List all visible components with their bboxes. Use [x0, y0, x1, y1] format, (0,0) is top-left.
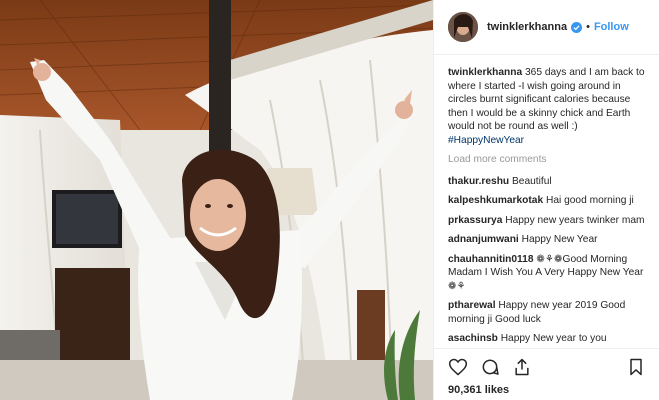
avatar[interactable]	[448, 12, 478, 42]
post-actions: 90,361 likes	[434, 348, 659, 400]
bookmark-icon[interactable]	[626, 357, 646, 377]
comment-username[interactable]: ptharewal	[448, 300, 496, 311]
post-sidebar: twinklerkhanna • Follow twinklerkhanna 3…	[433, 0, 659, 400]
comment-item: chauhannitin0118 ❁⚘❁Good Morning Madam I…	[448, 253, 646, 294]
post-photo[interactable]	[0, 0, 433, 400]
comment-text: Happy New year to you	[500, 333, 607, 344]
share-icon[interactable]	[512, 357, 532, 377]
comment-text: Hai good morning ji	[545, 195, 634, 206]
comment-item: adnanjumwani Happy New Year	[448, 233, 646, 247]
avatar-image	[448, 12, 478, 42]
caption-username[interactable]: twinklerkhanna	[448, 67, 522, 78]
photo-illustration	[0, 0, 433, 400]
comment-item: kalpeshkumarkotak Hai good morning ji	[448, 194, 646, 208]
comment-username[interactable]: prkassurya	[448, 215, 502, 226]
verified-badge-icon	[571, 21, 583, 33]
comment-text: Happy New Year	[521, 234, 598, 245]
comment-text: Happy new years twinker mam	[505, 214, 645, 226]
header-username[interactable]: twinklerkhanna	[487, 21, 567, 33]
comment-item: prkassurya Happy new years twinker mam	[448, 214, 646, 228]
comment-icon[interactable]	[480, 357, 500, 377]
instagram-post: twinklerkhanna • Follow twinklerkhanna 3…	[0, 0, 659, 400]
comment-item: thakur.reshu Beautiful	[448, 175, 646, 189]
comment-username[interactable]: asachinsb	[448, 333, 498, 344]
hashtag-link[interactable]: #HappyNewYear	[448, 135, 524, 146]
comment-username[interactable]: adnanjumwani	[448, 234, 519, 245]
comment-item: asachinsb Happy New year to you	[448, 332, 646, 346]
action-icons	[448, 357, 646, 377]
comment-username[interactable]: thakur.reshu	[448, 176, 509, 187]
heart-icon[interactable]	[448, 357, 468, 377]
comment-username[interactable]: chauhannitin0118	[448, 254, 534, 265]
load-more-comments-link[interactable]: Load more comments	[448, 153, 646, 167]
comments-list[interactable]: twinklerkhanna 365 days and I am back to…	[434, 66, 659, 346]
likes-count[interactable]: 90,361 likes	[448, 384, 646, 396]
caption: twinklerkhanna 365 days and I am back to…	[448, 66, 646, 147]
follow-button[interactable]: Follow	[594, 21, 629, 33]
comment-username[interactable]: kalpeshkumarkotak	[448, 195, 543, 206]
separator-dot: •	[586, 21, 590, 33]
post-header: twinklerkhanna • Follow	[434, 0, 659, 55]
comment-item: ptharewal Happy new year 2019 Good morni…	[448, 299, 646, 326]
comment-text: Beautiful	[512, 175, 552, 187]
